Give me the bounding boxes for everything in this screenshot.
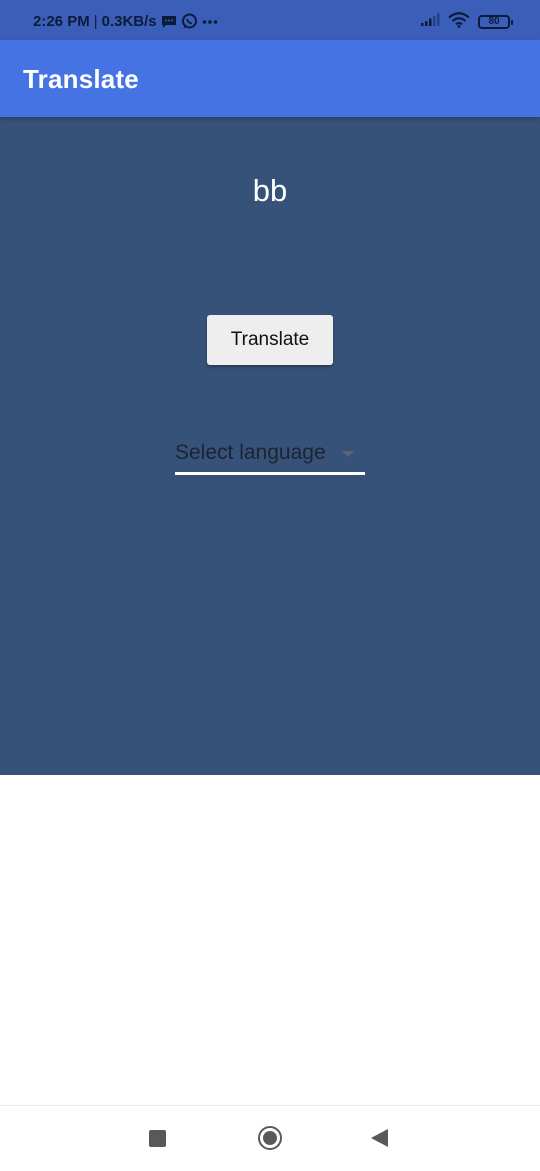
app-title: Translate [23, 64, 139, 94]
recents-icon[interactable] [149, 1130, 166, 1147]
whatsapp-icon [181, 13, 198, 30]
system-nav-bar [0, 1105, 540, 1171]
app-bar: Translate [0, 40, 540, 117]
main-content: bb Translate Select language [0, 117, 540, 775]
status-right: 80 [420, 12, 513, 32]
status-left: 2:26 PM | 0.3KB/s [33, 13, 218, 30]
home-icon[interactable] [258, 1126, 282, 1150]
translate-button[interactable]: Translate [207, 315, 333, 365]
wifi-icon [448, 12, 470, 32]
status-time: 2:26 PM [33, 13, 90, 30]
back-icon[interactable] [371, 1129, 388, 1147]
chevron-down-icon [342, 451, 354, 457]
language-dropdown[interactable]: Select language [175, 437, 365, 475]
more-dots-icon [202, 19, 218, 25]
status-bar: 2:26 PM | 0.3KB/s 80 [0, 0, 540, 40]
language-dropdown-placeholder: Select language [175, 441, 326, 464]
battery-icon: 80 [478, 15, 513, 29]
network-speed: 0.3KB/s [101, 13, 157, 30]
status-separator: | [93, 13, 98, 30]
signal-icon [420, 13, 440, 31]
source-text: bb [252, 173, 288, 208]
message-icon [161, 15, 177, 29]
